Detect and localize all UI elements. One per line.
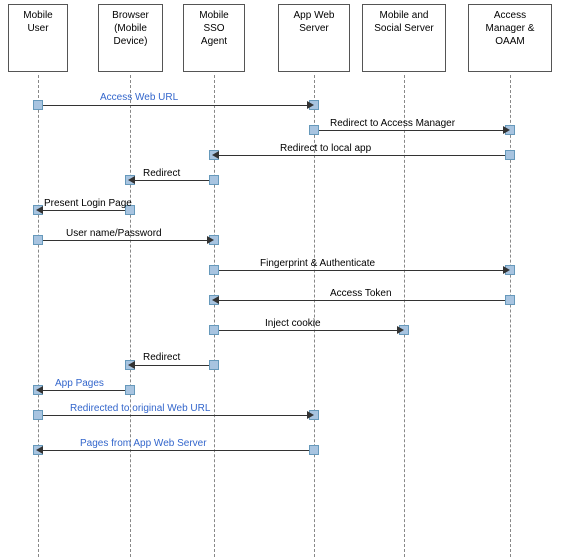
act-8-am (505, 295, 515, 305)
arrow-userpass (43, 240, 209, 241)
lifeline-mobile-sso (214, 75, 215, 557)
arrowhead-5 (36, 206, 43, 214)
arrow-inject-cookie (219, 330, 399, 331)
label-redirect-am: Redirect to Access Manager (330, 118, 455, 129)
label-pages-from-aws: Pages from App Web Server (80, 438, 207, 449)
label-redirect-1: Redirect (143, 168, 180, 179)
arrowhead-13 (36, 446, 43, 454)
lifeline-mobile-user (38, 75, 39, 557)
actor-mobile-user: Mobile User (8, 4, 68, 72)
act-3-am (505, 150, 515, 160)
arrowhead-4 (128, 176, 135, 184)
lifeline-browser (130, 75, 131, 557)
arrowhead-8 (212, 296, 219, 304)
arrow-redirected-orig (43, 415, 309, 416)
arrow-redirect-local (219, 155, 505, 156)
label-userpass: User name/Password (66, 228, 162, 239)
lifeline-access-manager (510, 75, 511, 557)
arrow-access-web-url (43, 105, 309, 106)
arrow-redirect-2 (135, 365, 209, 366)
arrowhead-3 (212, 151, 219, 159)
arrow-redirect-am (319, 130, 505, 131)
arrowhead-11 (36, 386, 43, 394)
arrowhead-2 (503, 126, 510, 134)
actor-access-manager: AccessManager &OAAM (468, 4, 552, 72)
arrow-app-pages (43, 390, 125, 391)
actor-browser: Browser(MobileDevice) (98, 4, 163, 72)
actor-mobile-sso: MobileSSOAgent (183, 4, 245, 72)
arrowhead-7 (503, 266, 510, 274)
label-access-web-url: Access Web URL (100, 92, 178, 103)
arrowhead-6 (207, 236, 214, 244)
label-redirect-local: Redirect to local app (280, 143, 371, 154)
label-app-pages: App Pages (55, 378, 104, 389)
label-redirect-2: Redirect (143, 352, 180, 363)
act-4-sso (209, 175, 219, 185)
label-present-login: Present Login Page (44, 198, 132, 209)
act-6-mu (33, 235, 43, 245)
arrow-present-login (43, 210, 125, 211)
label-access-token: Access Token (330, 288, 392, 299)
arrowhead-9 (397, 326, 404, 334)
act-1-mu (33, 100, 43, 110)
act-2-aws (309, 125, 319, 135)
arrow-access-token (219, 300, 505, 301)
arrowhead-1 (307, 101, 314, 109)
label-inject-cookie: Inject cookie (265, 318, 321, 329)
act-9-sso (209, 325, 219, 335)
arrow-pages-from-aws (43, 450, 309, 451)
actor-mobile-social: Mobile andSocial Server (362, 4, 446, 72)
arrowhead-12 (307, 411, 314, 419)
label-redirected-orig: Redirected to original Web URL (70, 403, 210, 414)
actor-app-web-server: App WebServer (278, 4, 350, 72)
act-10-sso (209, 360, 219, 370)
arrow-fingerprint (219, 270, 505, 271)
act-7-sso (209, 265, 219, 275)
sequence-diagram: Mobile User Browser(MobileDevice) Mobile… (0, 0, 562, 557)
act-13-aws (309, 445, 319, 455)
arrow-redirect (135, 180, 209, 181)
act-11-br (125, 385, 135, 395)
arrowhead-10 (128, 361, 135, 369)
act-12-mu (33, 410, 43, 420)
label-fingerprint: Fingerprint & Authenticate (260, 258, 375, 269)
lifeline-mobile-social (404, 75, 405, 557)
